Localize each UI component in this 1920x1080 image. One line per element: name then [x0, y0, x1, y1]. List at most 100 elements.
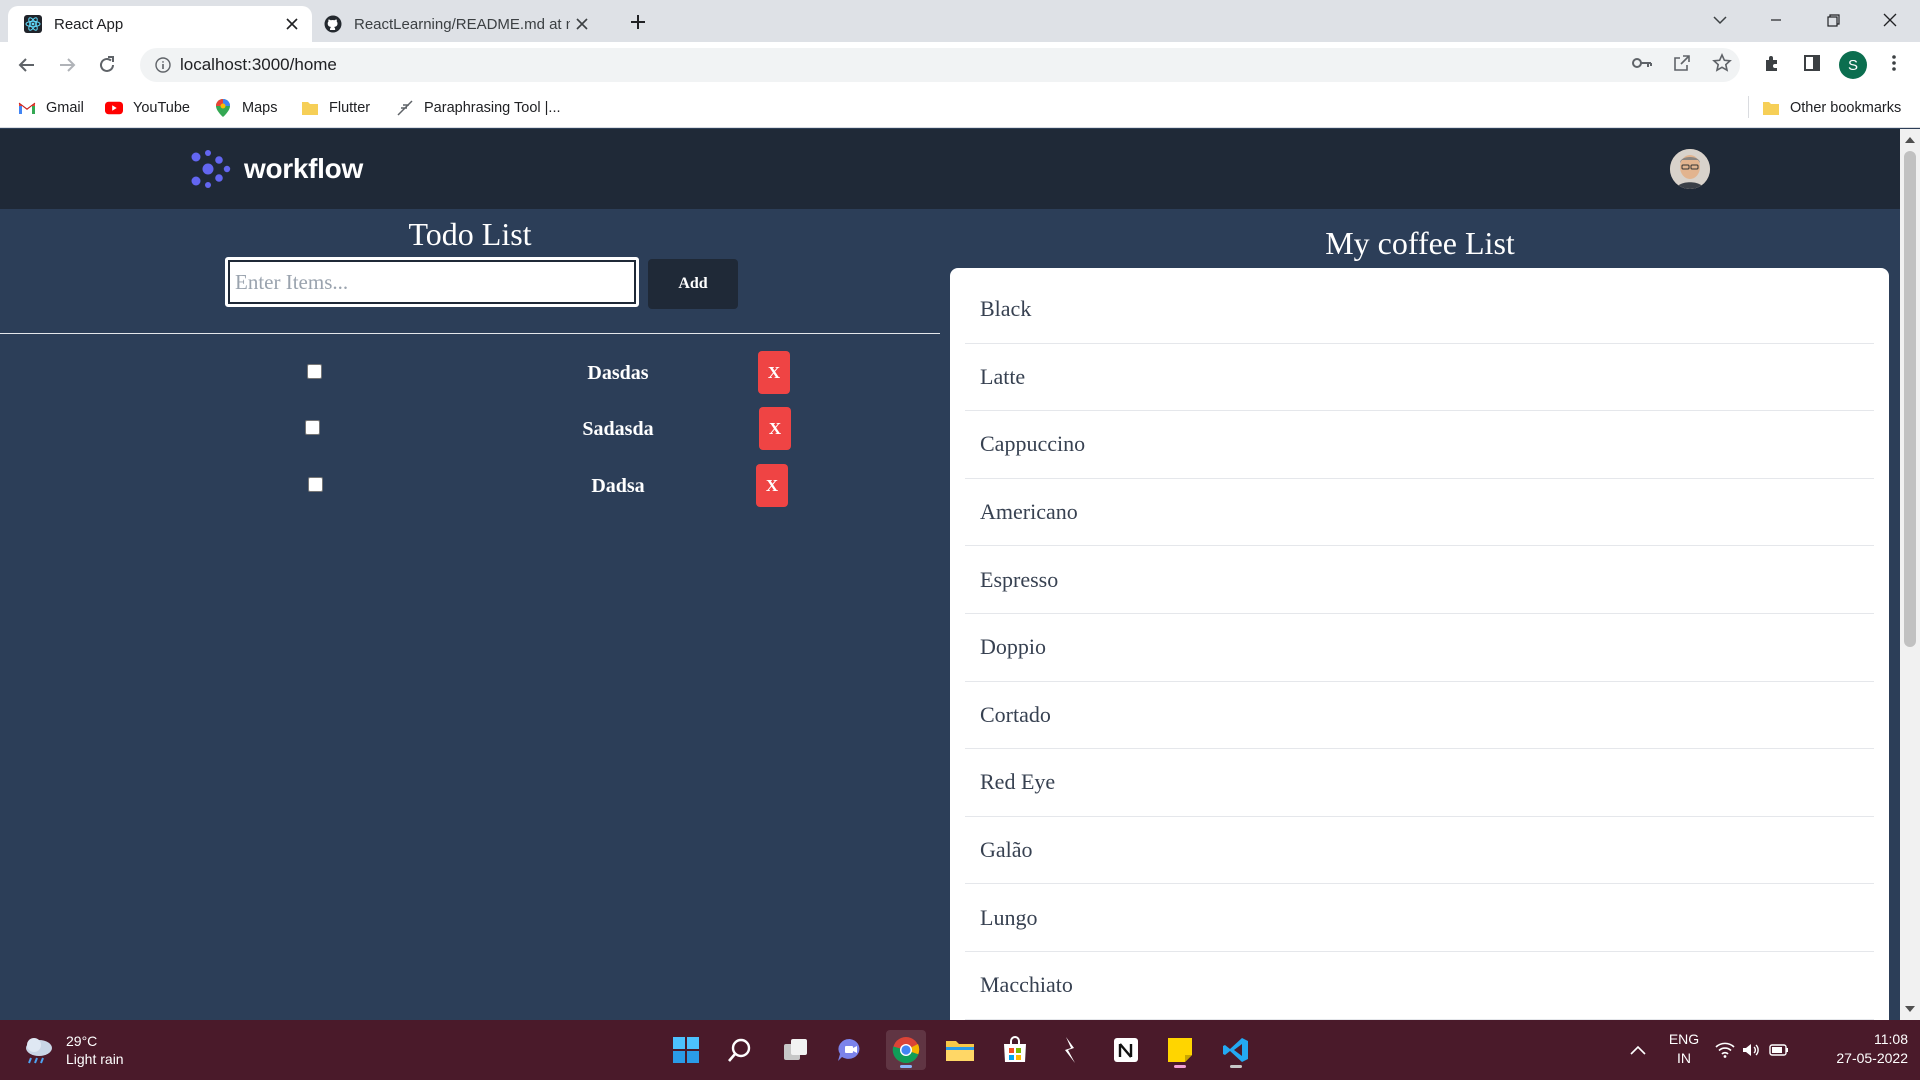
coffee-item[interactable]: Cortado [965, 682, 1874, 750]
chrome-taskbar-button[interactable] [886, 1030, 926, 1070]
todo-title: Todo List [408, 216, 532, 252]
bookmark-gmail[interactable]: Gmail [18, 96, 84, 120]
rain-cloud-icon [26, 1038, 52, 1064]
coffee-item[interactable]: Galão [965, 817, 1874, 885]
todo-item-text: Dadsa [591, 475, 645, 497]
weather-desc: Light rain [66, 1051, 124, 1067]
task-view-icon [784, 1039, 807, 1060]
todo-divider [0, 333, 940, 334]
coffee-item[interactable]: Red Eye [965, 749, 1874, 817]
brand-logo[interactable]: workflow [190, 149, 363, 189]
coffee-item[interactable]: Doppio [965, 614, 1874, 682]
key-icon[interactable] [1626, 47, 1658, 79]
add-button[interactable]: Add [648, 259, 738, 309]
file-explorer-button[interactable] [940, 1030, 980, 1070]
todo-checkbox[interactable] [308, 477, 323, 492]
weather-widget[interactable]: 29°C Light rain [22, 1032, 124, 1068]
minimize-button[interactable] [1748, 0, 1804, 40]
lightning-icon [1065, 1037, 1075, 1063]
profile-avatar[interactable]: S [1839, 51, 1867, 79]
coffee-item[interactable]: Black [965, 276, 1874, 344]
new-tab-button[interactable] [624, 8, 652, 36]
delete-todo-button[interactable]: X [759, 407, 791, 450]
back-button[interactable] [11, 49, 43, 81]
start-button[interactable] [666, 1030, 706, 1070]
scroll-down-arrow-icon[interactable] [1905, 1006, 1915, 1012]
coffee-item[interactable]: Cappuccino [965, 411, 1874, 479]
delete-todo-button[interactable]: X [756, 464, 788, 507]
coffee-item[interactable]: Americano [965, 479, 1874, 547]
maps-icon [214, 99, 232, 117]
info-icon[interactable] [146, 57, 180, 73]
close-icon [1883, 13, 1897, 27]
close-window-button[interactable] [1862, 0, 1918, 40]
coffee-item[interactable]: Lungo [965, 884, 1874, 952]
scroll-up-arrow-icon[interactable] [1905, 137, 1915, 143]
search-button[interactable] [720, 1030, 760, 1070]
page-scrollbar[interactable] [1900, 129, 1920, 1020]
other-bookmarks-label: Other bookmarks [1790, 100, 1902, 116]
bookmark-star-icon[interactable] [1706, 47, 1738, 79]
arrow-left-icon [18, 58, 34, 72]
plus-icon [631, 15, 645, 29]
bookmark-paraphrasing-tool[interactable]: Paraphrasing Tool |... [396, 96, 561, 120]
bookmark-flutter[interactable]: Flutter [301, 96, 370, 120]
restore-icon [1826, 13, 1840, 27]
todo-checkbox[interactable] [307, 364, 322, 379]
todo-item: Dasdas X [0, 351, 940, 395]
app-launcher-button[interactable] [1050, 1030, 1090, 1070]
microsoft-store-button[interactable] [995, 1030, 1035, 1070]
chrome-icon [892, 1037, 920, 1064]
react-icon [24, 15, 42, 33]
arrow-right-icon [60, 58, 76, 72]
clock-date: 27-05-2022 [1836, 1050, 1908, 1066]
bookmark-maps[interactable]: Maps [214, 96, 277, 120]
brand-name: workflow [244, 153, 363, 184]
minimize-icon [1771, 19, 1781, 21]
coffee-item[interactable]: Macchiato [965, 952, 1874, 1020]
side-panel-icon[interactable] [1796, 47, 1828, 79]
close-tab-icon[interactable] [570, 12, 594, 36]
user-avatar[interactable] [1670, 149, 1710, 189]
task-view-button[interactable] [776, 1030, 816, 1070]
menu-kebab-icon[interactable] [1878, 47, 1910, 79]
coffee-item[interactable]: Latte [965, 344, 1874, 412]
sticky-notes-button[interactable] [1160, 1030, 1200, 1070]
browser-toolbar: localhost:3000/home S [0, 42, 1920, 88]
sticky-notes-icon [1168, 1038, 1192, 1062]
tab-react-app[interactable]: React App [8, 6, 312, 42]
running-indicator [1174, 1065, 1186, 1068]
vscode-button[interactable] [1216, 1030, 1256, 1070]
language-code: ENG [1668, 1031, 1700, 1047]
language-indicator[interactable]: ENG IN [1664, 1030, 1704, 1068]
tab-title: ReactLearning/README.md at m [354, 15, 570, 33]
delete-todo-button[interactable]: X [758, 351, 790, 394]
bookmark-label: Flutter [329, 100, 371, 116]
share-icon[interactable] [1666, 47, 1698, 79]
clock[interactable]: 11:08 27-05-2022 [1808, 1030, 1908, 1068]
browser-tab-strip: React App ReactLearning/README.md at m [0, 0, 1920, 42]
restore-button[interactable] [1805, 0, 1861, 40]
teams-chat-button[interactable] [830, 1030, 870, 1070]
todo-checkbox[interactable] [305, 420, 320, 435]
folder-icon [301, 99, 319, 117]
quick-settings-button[interactable] [1710, 1030, 1794, 1070]
scrollbar-thumb[interactable] [1904, 151, 1916, 647]
wifi-icon [1715, 1042, 1735, 1058]
forward-button[interactable] [51, 49, 83, 81]
bookmark-youtube[interactable]: YouTube [105, 96, 190, 120]
other-bookmarks[interactable]: Other bookmarks [1762, 96, 1901, 120]
show-hidden-icons-button[interactable] [1618, 1030, 1658, 1070]
bookmark-label: Gmail [46, 100, 84, 116]
todo-item: Dadsa X [0, 464, 940, 508]
reload-button[interactable] [91, 49, 123, 81]
coffee-item[interactable]: Espresso [965, 546, 1874, 614]
todo-item: Sadasda X [0, 407, 940, 451]
extensions-icon[interactable] [1756, 47, 1788, 79]
todo-input[interactable] [225, 257, 639, 307]
address-bar[interactable]: localhost:3000/home [140, 48, 1740, 82]
tab-github-readme[interactable]: ReactLearning/README.md at m [316, 6, 602, 42]
close-tab-icon[interactable] [280, 12, 304, 36]
notion-button[interactable] [1106, 1030, 1146, 1070]
tab-search-button[interactable] [1692, 0, 1748, 40]
